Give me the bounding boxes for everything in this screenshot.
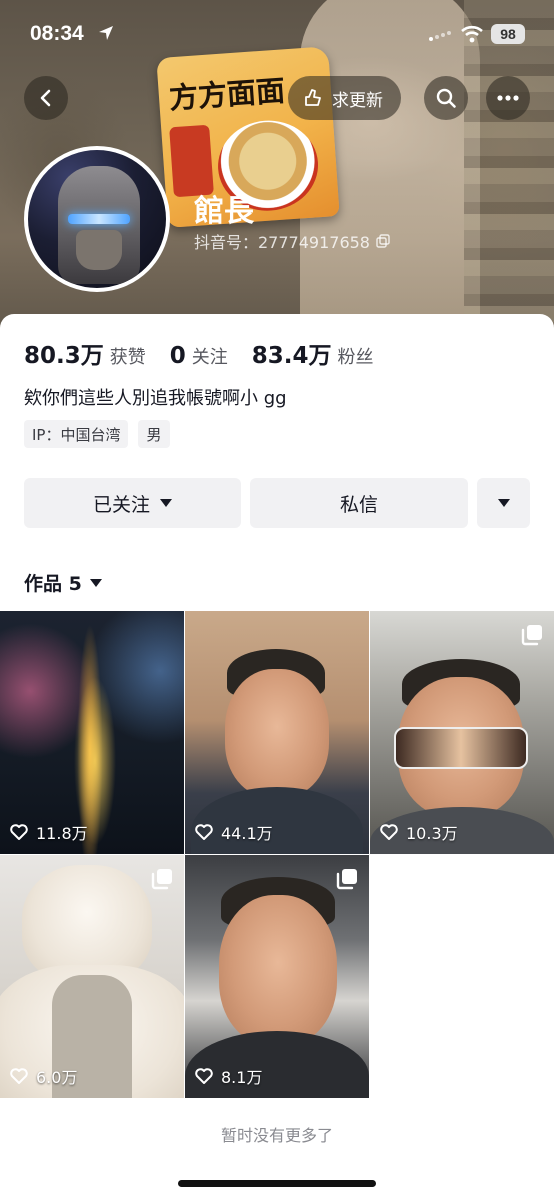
recommend-dropdown-button[interactable] <box>477 478 530 528</box>
video-likes: 11.8万 <box>10 820 88 844</box>
multi-image-icon <box>336 869 357 890</box>
profile-name: 館長 <box>194 194 254 229</box>
caret-down-icon <box>160 499 172 507</box>
message-button[interactable]: 私信 <box>250 478 468 528</box>
video-likes: 8.1万 <box>195 1064 262 1088</box>
status-bar: 08:34 98 <box>0 0 554 70</box>
video-tile-sunglasses[interactable]: 10.3万 <box>370 611 554 854</box>
profile-bio: 欸你們這些人別追我帳號啊小 gg <box>24 388 287 409</box>
heart-icon <box>10 1068 28 1084</box>
request-update-button[interactable]: 求更新 <box>288 76 401 120</box>
profile-card: 80.3万 获赞 0 关注 83.4万 粉丝 欸你們這些人別追我帳號啊小 gg … <box>0 314 554 1199</box>
video-tile-muscle-cat[interactable]: 6.0万 <box>0 855 184 1098</box>
works-label: 作品 5 <box>24 573 82 595</box>
multi-image-icon <box>151 869 172 890</box>
cellular-signal-icon <box>429 31 451 41</box>
works-tab[interactable]: 作品 5 <box>24 569 102 596</box>
ip-location-tag: IP：中国台湾 <box>24 420 129 448</box>
avatar-eyes <box>68 214 130 224</box>
noodle-brand-logo: 方方面面 <box>167 73 287 116</box>
more-button[interactable] <box>486 76 530 120</box>
avatar[interactable] <box>24 146 170 292</box>
more-dots-icon <box>497 95 519 101</box>
video-face <box>219 895 337 1045</box>
copy-icon[interactable] <box>376 234 390 248</box>
video-likes-count: 6.0万 <box>36 1068 78 1087</box>
caret-down-icon <box>89 578 102 587</box>
message-button-label: 私信 <box>339 493 378 516</box>
video-likes-count: 10.3万 <box>406 824 458 843</box>
followers-count[interactable]: 83.4万 <box>252 336 332 370</box>
video-face <box>225 669 329 797</box>
likes-label: 获赞 <box>109 347 146 368</box>
video-likes: 6.0万 <box>10 1064 77 1088</box>
video-tile-selfie[interactable]: 44.1万 <box>185 611 369 854</box>
avatar-face <box>76 230 122 270</box>
gender-tag: 男 <box>138 420 170 448</box>
request-update-label: 求更新 <box>332 90 383 111</box>
following-button-label: 已关注 <box>92 493 150 516</box>
video-tile-city-night[interactable]: 11.8万 <box>0 611 184 854</box>
following-count[interactable]: 0 <box>170 343 186 369</box>
location-arrow-icon <box>99 26 113 40</box>
video-likes-count: 44.1万 <box>221 824 273 843</box>
video-likes-count: 8.1万 <box>221 1068 263 1087</box>
search-button[interactable] <box>424 76 468 120</box>
wifi-icon <box>461 25 483 43</box>
hand-point-icon <box>305 89 321 106</box>
profile-actions: 已关注 私信 <box>24 478 530 528</box>
home-indicator[interactable] <box>178 1180 376 1187</box>
caret-down-icon <box>497 499 510 507</box>
multi-image-icon <box>521 625 542 646</box>
sunglasses <box>394 727 528 769</box>
video-likes: 10.3万 <box>380 820 458 844</box>
battery-indicator: 98 <box>491 24 525 44</box>
status-time: 08:34 <box>30 22 84 45</box>
heart-icon <box>195 824 213 840</box>
heart-icon <box>195 1068 213 1084</box>
douyin-id-text: 抖音号：27774917658 <box>194 233 370 252</box>
douyin-id[interactable]: 抖音号：27774917658 <box>194 229 390 253</box>
search-icon <box>436 88 456 108</box>
profile-stats: 80.3万 获赞 0 关注 83.4万 粉丝 <box>24 336 398 370</box>
no-more-content-text: 暂时没有更多了 <box>220 1126 333 1145</box>
video-tile-car-selfie[interactable]: 8.1万 <box>185 855 369 1098</box>
following-button[interactable]: 已关注 <box>24 478 241 528</box>
back-button[interactable] <box>24 76 68 120</box>
video-likes: 44.1万 <box>195 820 273 844</box>
chevron-left-icon <box>40 89 51 107</box>
profile-tags: IP：中国台湾 男 <box>24 420 170 448</box>
following-label: 关注 <box>191 347 228 368</box>
likes-count[interactable]: 80.3万 <box>24 336 104 370</box>
video-likes-count: 11.8万 <box>36 824 88 843</box>
heart-icon <box>10 824 28 840</box>
followers-label: 粉丝 <box>337 347 374 368</box>
heart-icon <box>380 824 398 840</box>
